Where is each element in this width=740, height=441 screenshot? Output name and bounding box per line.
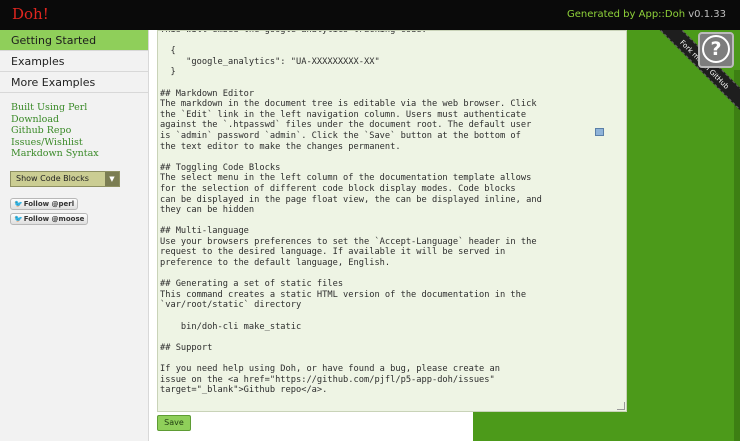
generated-by: Generated by App::Doh v0.1.33 bbox=[567, 9, 726, 20]
spellcheck-icon[interactable] bbox=[595, 128, 604, 136]
twitter-bird-icon: 🐦 bbox=[14, 215, 23, 223]
generator-link[interactable]: App::Doh bbox=[639, 9, 685, 20]
link-built-using-perl[interactable]: Built Using Perl bbox=[11, 102, 99, 114]
resize-handle[interactable] bbox=[617, 402, 625, 410]
follow-moose-button[interactable]: 🐦Follow @moose bbox=[10, 213, 89, 225]
markdown-editor-textarea[interactable]: This will embed the google analytics tra… bbox=[157, 30, 627, 412]
link-download[interactable]: Download bbox=[11, 114, 99, 126]
editor-panel: This will embed the google analytics tra… bbox=[149, 30, 627, 441]
code-blocks-select-value: Show Code Blocks bbox=[16, 174, 89, 183]
generated-label: Generated by bbox=[566, 9, 636, 20]
nav-item-more-examples[interactable]: More Examples bbox=[0, 72, 148, 93]
follow-perl-button[interactable]: 🐦Follow @perl bbox=[10, 198, 79, 210]
follow-perl-label: Follow @perl bbox=[23, 200, 75, 208]
sidebar: Getting Started Examples More Examples B… bbox=[0, 30, 149, 441]
page-scrollbar[interactable] bbox=[734, 70, 740, 441]
link-markdown-syntax[interactable]: Markdown Syntax bbox=[11, 148, 99, 160]
question-icon: ? bbox=[702, 35, 730, 63]
markdown-editor-content: This will embed the google analytics tra… bbox=[160, 30, 542, 396]
twitter-bird-icon: 🐦 bbox=[14, 200, 23, 208]
version-label: v0.1.33 bbox=[688, 9, 726, 20]
save-button[interactable]: Save bbox=[157, 415, 191, 431]
chevron-down-icon[interactable]: ▼ bbox=[105, 172, 119, 186]
code-blocks-select[interactable]: Show Code Blocks ▼ bbox=[10, 171, 120, 187]
link-issues-wishlist[interactable]: Issues/Wishlist bbox=[11, 137, 99, 149]
nav-item-getting-started[interactable]: Getting Started bbox=[0, 30, 148, 51]
link-github-repo[interactable]: Github Repo bbox=[11, 125, 99, 137]
help-button[interactable]: ? bbox=[698, 32, 734, 68]
top-bar: Doh! Generated by App::Doh v0.1.33 bbox=[0, 0, 740, 30]
follow-moose-label: Follow @moose bbox=[23, 215, 85, 223]
brand-logo[interactable]: Doh! bbox=[12, 5, 49, 23]
sidebar-links: Built Using Perl Download Github Repo Is… bbox=[11, 102, 99, 160]
nav-item-examples[interactable]: Examples bbox=[0, 51, 148, 72]
